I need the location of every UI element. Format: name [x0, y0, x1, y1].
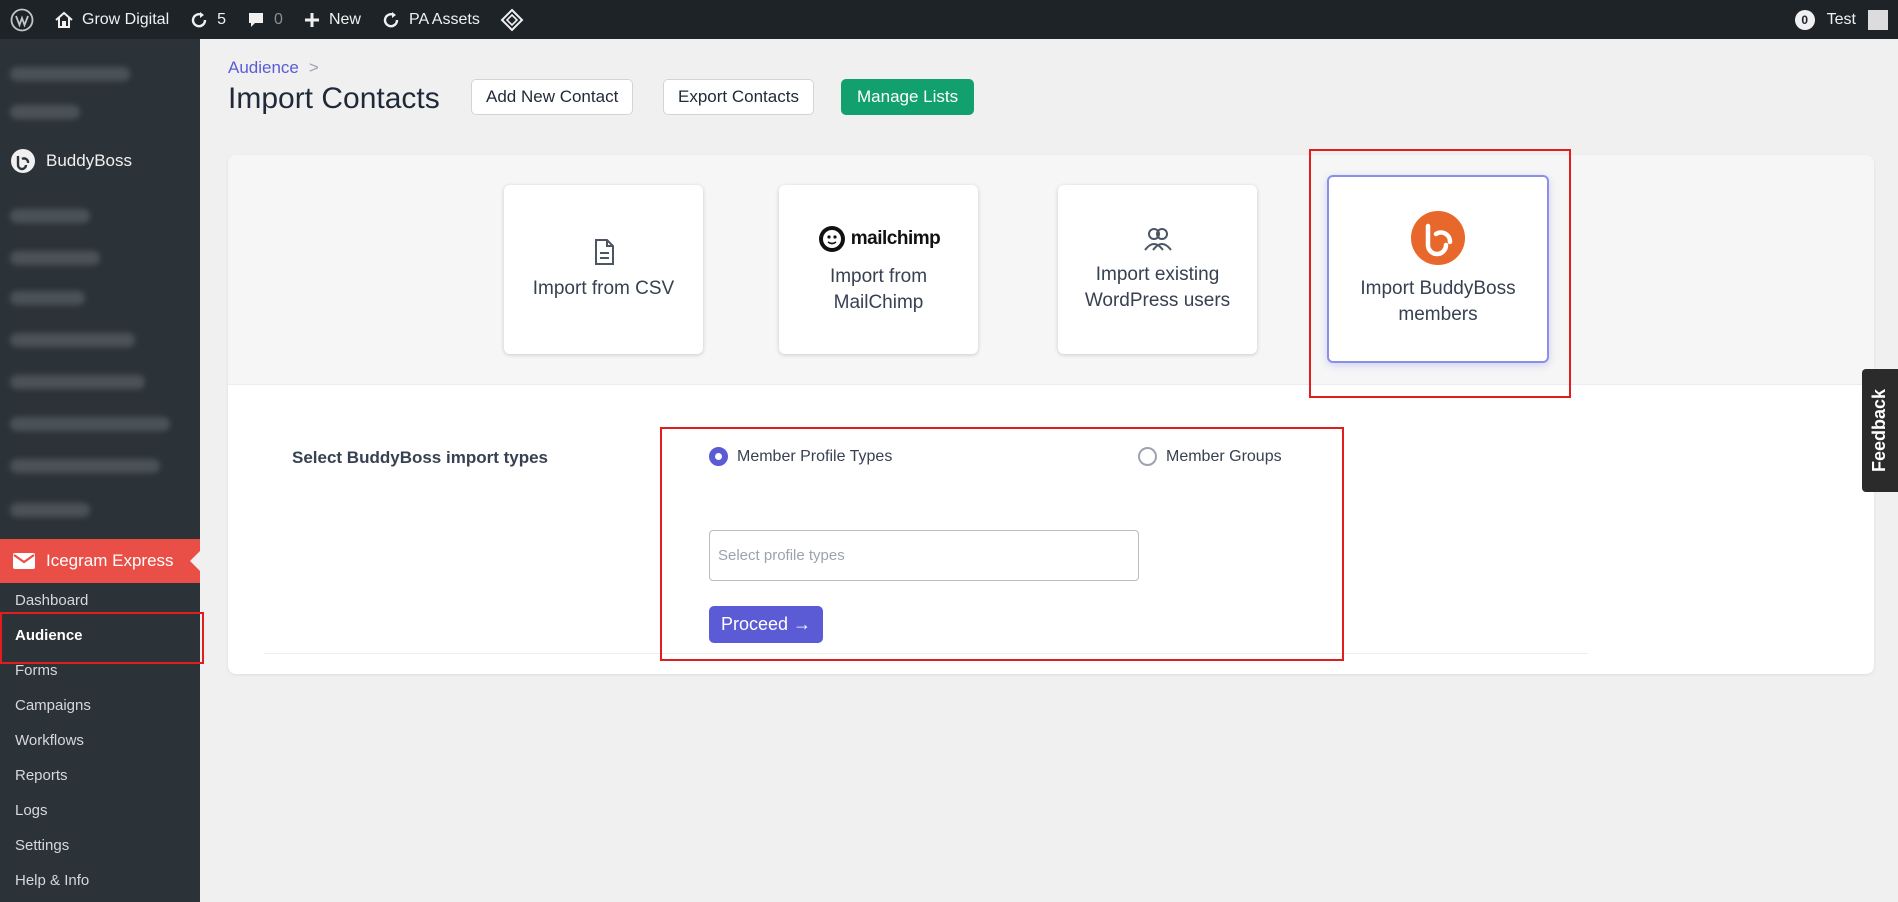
user-name[interactable]: Test: [1827, 11, 1856, 29]
mailchimp-logo-text: mailchimp: [850, 227, 941, 249]
blurred-menu-item[interactable]: [10, 333, 135, 347]
import-mailchimp-label: Import from MailChimp: [829, 265, 928, 313]
notification-badge[interactable]: 0: [1794, 9, 1815, 30]
blurred-menu-item[interactable]: [10, 375, 145, 389]
envelope-icon: [13, 553, 35, 569]
admin-bar: Grow Digital 5 0 New PA Assets 0 Test: [0, 0, 1898, 39]
submenu-settings[interactable]: Settings: [0, 828, 200, 863]
submenu-help-info[interactable]: Help & Info: [0, 863, 200, 898]
sidebar-item-icegram-express[interactable]: Icegram Express: [0, 539, 200, 583]
feedback-tab[interactable]: Feedback: [1862, 369, 1898, 492]
blurred-menu-item[interactable]: [10, 503, 90, 517]
submenu-logs[interactable]: Logs: [0, 793, 200, 828]
comments-count: 0: [274, 10, 283, 28]
plus-icon: [304, 12, 319, 27]
blurred-menu-item[interactable]: [10, 291, 85, 305]
manage-lists-button[interactable]: Manage Lists: [841, 79, 975, 115]
diamond-icon: [500, 8, 524, 31]
home-icon: [55, 11, 73, 28]
mailchimp-logo: mailchimp: [817, 224, 941, 254]
add-new-contact-button[interactable]: Add New Contact: [471, 79, 634, 115]
highlight-box-buddyboss-card: [1309, 149, 1571, 398]
blurred-menu-item[interactable]: [10, 209, 90, 223]
comments-link[interactable]: 0: [236, 0, 293, 39]
plugin-submenu: Dashboard Audience Forms Campaigns Workf…: [0, 583, 204, 898]
buddyboss-import-types-label: Select BuddyBoss import types: [292, 448, 549, 467]
new-content-link[interactable]: New: [293, 0, 371, 39]
feedback-label: Feedback: [1869, 388, 1890, 473]
submenu-workflows[interactable]: Workflows: [0, 723, 200, 758]
document-icon: [592, 238, 616, 266]
sidebar-item-label: BuddyBoss: [46, 151, 132, 170]
blurred-menu-item[interactable]: [10, 105, 80, 119]
pa-assets-link[interactable]: PA Assets: [371, 0, 490, 39]
sidebar-item-buddyboss[interactable]: BuddyBoss: [0, 143, 200, 179]
blurred-menu-item[interactable]: [10, 67, 130, 81]
comment-icon: [249, 12, 264, 27]
breadcrumb: Audience >: [228, 58, 319, 78]
blurred-menu-item[interactable]: [10, 417, 170, 431]
buddyboss-icon: [11, 149, 35, 173]
export-contacts-button[interactable]: Export Contacts: [663, 79, 814, 115]
submenu-audience[interactable]: Audience: [0, 612, 204, 664]
breadcrumb-audience-link[interactable]: Audience: [228, 58, 299, 78]
breadcrumb-separator: >: [308, 58, 319, 77]
updates-link[interactable]: 5: [179, 0, 236, 39]
import-csv-label: Import from CSV: [532, 277, 675, 299]
page-title: Import Contacts: [228, 82, 440, 115]
import-wordpress-users-label: Import existing WordPress users: [1084, 263, 1231, 311]
submenu-campaigns[interactable]: Campaigns: [0, 688, 200, 723]
import-options-area: Import from CSV mailchimp Import from Ma…: [228, 155, 1874, 385]
blurred-menu-item[interactable]: [10, 251, 100, 265]
highlight-box-import-form: [660, 427, 1344, 661]
blurred-menu-item[interactable]: [10, 459, 160, 473]
pa-assets-label: PA Assets: [408, 10, 480, 28]
updates-count: 5: [217, 10, 227, 28]
new-label: New: [328, 10, 361, 28]
import-wordpress-users-card[interactable]: Import existing WordPress users: [1058, 185, 1257, 354]
wordpress-icon: [10, 8, 34, 31]
diamond-plugin-link[interactable]: [490, 0, 534, 39]
site-name-link[interactable]: Grow Digital: [44, 0, 179, 39]
users-icon: [1143, 226, 1173, 252]
submenu-reports[interactable]: Reports: [0, 758, 200, 793]
sync-icon: [383, 11, 399, 27]
wordpress-logo-button[interactable]: [0, 0, 44, 39]
import-mailchimp-card[interactable]: mailchimp Import from MailChimp: [779, 185, 978, 354]
refresh-icon: [191, 11, 207, 27]
site-name: Grow Digital: [82, 10, 170, 28]
avatar[interactable]: [1868, 9, 1888, 30]
admin-sidebar: BuddyBoss Icegram Express Dashboard Audi…: [0, 39, 204, 902]
sidebar-item-label: Icegram Express: [46, 551, 174, 570]
import-csv-card[interactable]: Import from CSV: [504, 185, 703, 354]
